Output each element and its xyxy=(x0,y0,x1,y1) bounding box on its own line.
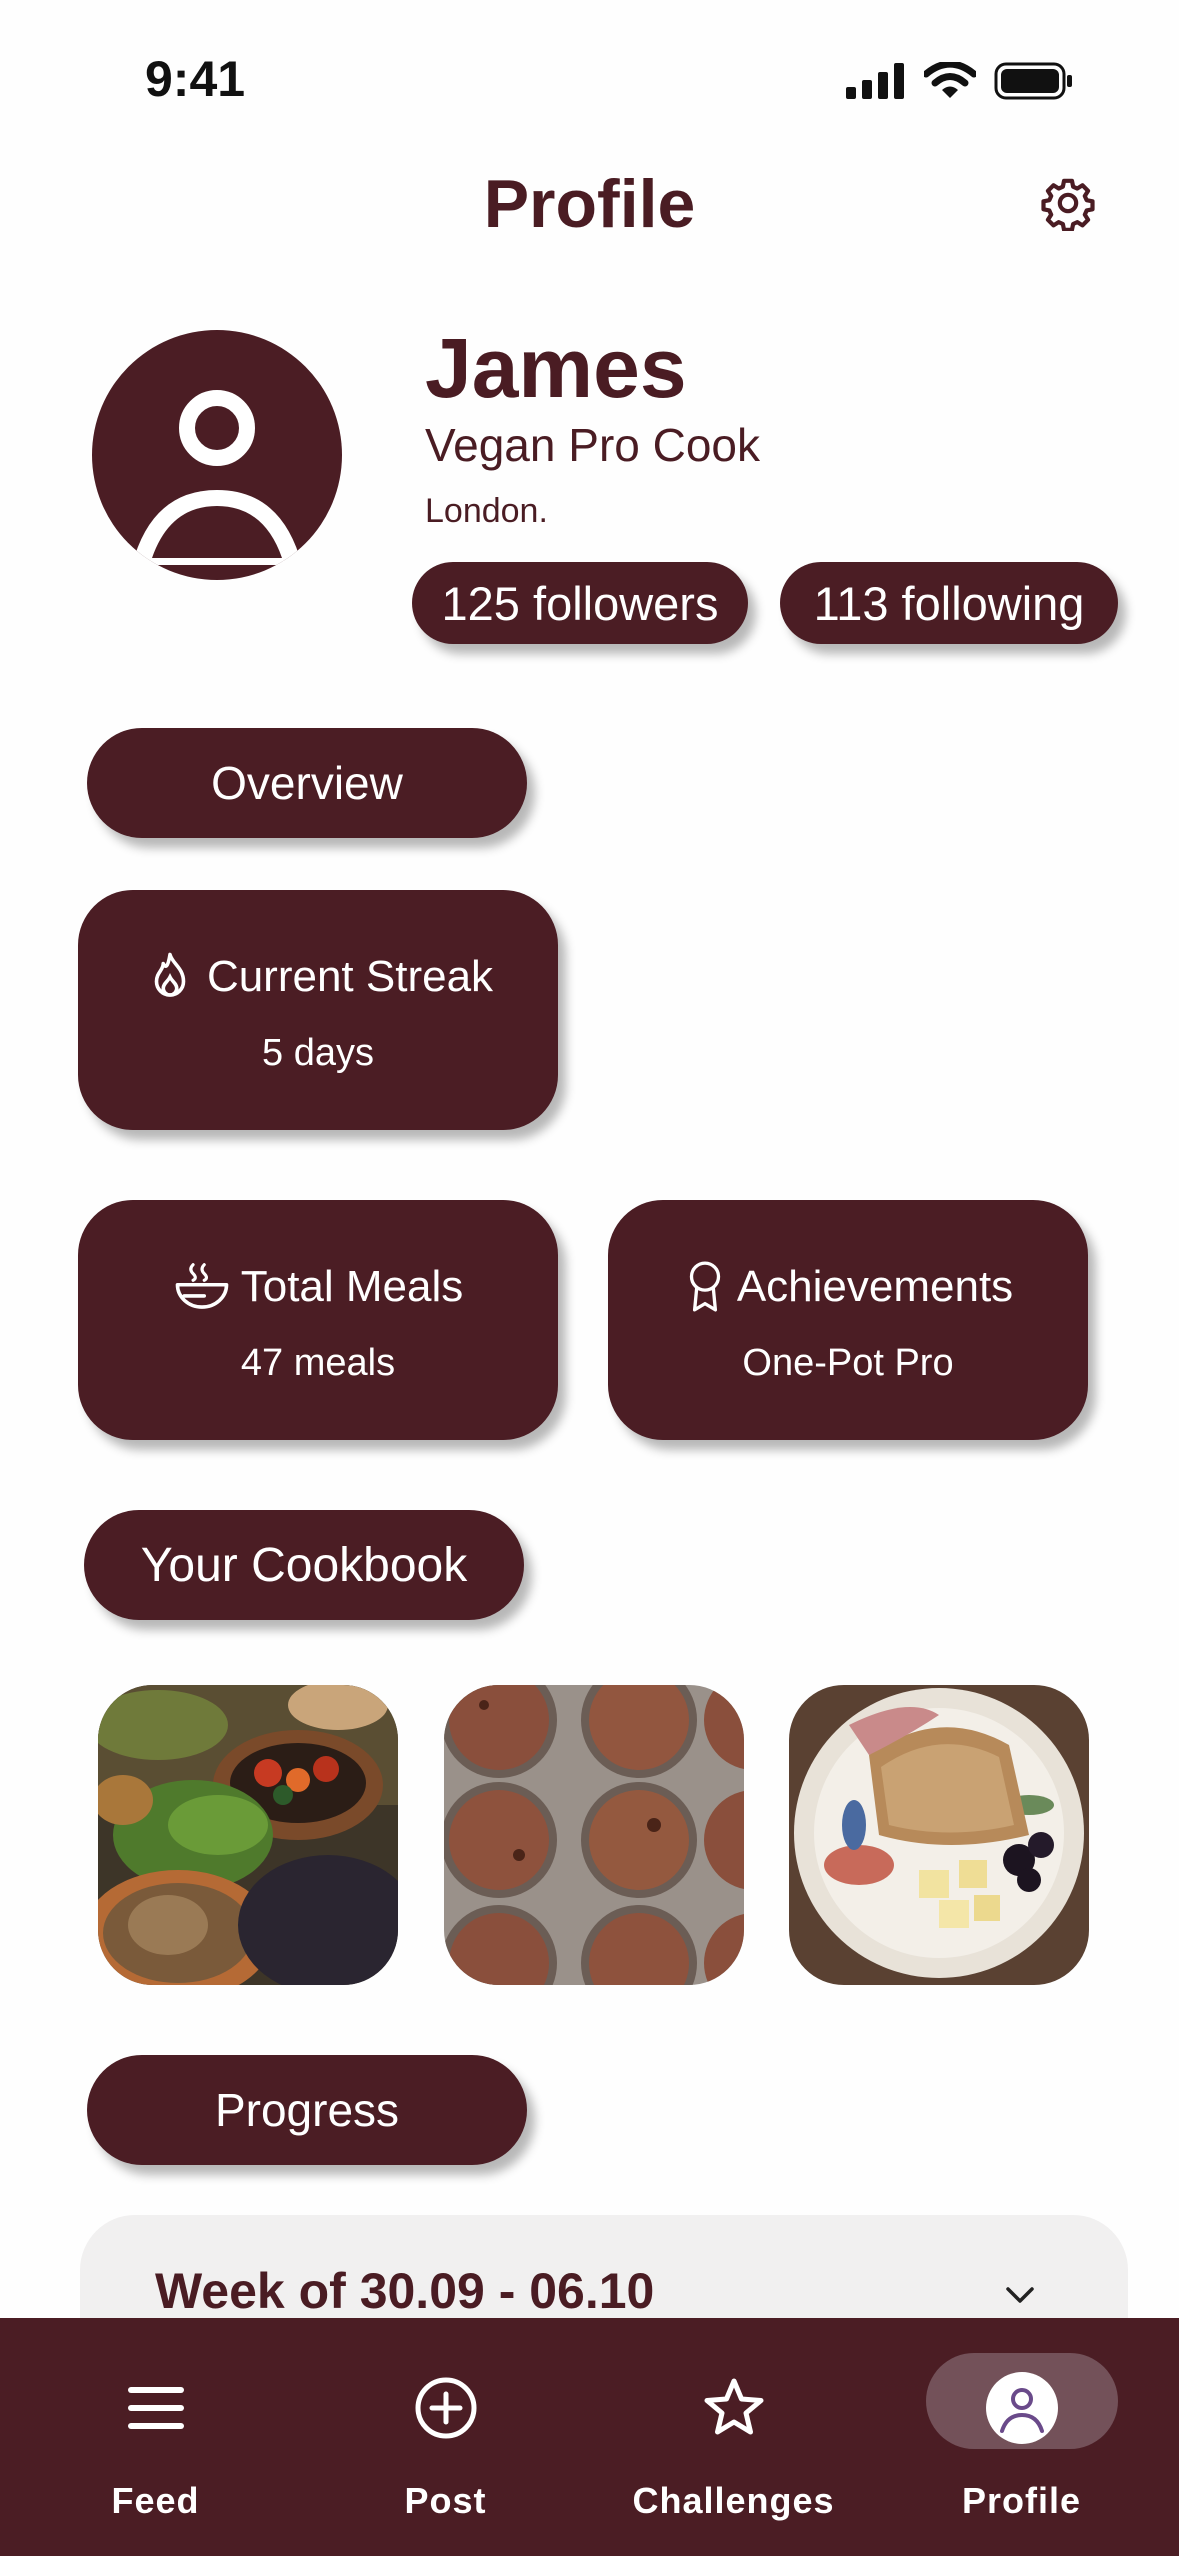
vegetable-dishes-photo xyxy=(98,1685,398,1985)
wifi-icon xyxy=(924,62,976,98)
achievements-value: One-Pot Pro xyxy=(742,1342,954,1384)
following-button[interactable]: 113 following xyxy=(780,562,1118,644)
medal-icon xyxy=(689,1261,720,1312)
followers-button[interactable]: 125 followers xyxy=(412,562,748,644)
nav-feed[interactable]: Feed xyxy=(8,2318,303,2556)
meals-title: Total Meals xyxy=(240,1262,464,1311)
streak-card[interactable]: Current Streak 5 days xyxy=(78,890,558,1130)
signal-icon xyxy=(846,63,904,99)
plus-circle-icon xyxy=(415,2377,476,2439)
profile-avatar[interactable] xyxy=(92,330,342,580)
settings-button[interactable] xyxy=(1040,175,1096,232)
flame-icon xyxy=(154,952,186,997)
profile-role: Vegan Pro Cook xyxy=(425,419,761,471)
gear-icon xyxy=(1041,178,1095,232)
cookbook-photo-1[interactable] xyxy=(98,1685,398,1985)
achievements-title: Achievements xyxy=(736,1262,1014,1311)
meals-value: 47 meals xyxy=(240,1342,396,1384)
nav-profile[interactable]: Profile xyxy=(874,2318,1169,2556)
chocolate-muffins-photo xyxy=(444,1685,744,1985)
nav-profile-label: Profile xyxy=(961,2480,1082,2521)
chevron-down-icon[interactable] xyxy=(1002,2280,1038,2310)
cookbook-button[interactable]: Your Cookbook xyxy=(84,1510,524,1620)
nav-challenges[interactable]: Challenges xyxy=(586,2318,881,2556)
nav-post-label: Post xyxy=(404,2480,487,2521)
user-icon xyxy=(985,2372,1058,2444)
profile-name: James xyxy=(425,321,687,415)
bowl-icon xyxy=(175,1263,229,1309)
streak-value: 5 days xyxy=(262,1032,374,1074)
streak-title: Current Streak xyxy=(206,952,494,1001)
cookbook-photo-2[interactable] xyxy=(444,1685,744,1985)
total-meals-card[interactable]: Total Meals 47 meals xyxy=(78,1200,558,1440)
page-title: Profile xyxy=(483,166,696,242)
user-icon xyxy=(132,390,302,565)
achievements-card[interactable]: Achievements One-Pot Pro xyxy=(608,1200,1088,1440)
week-label: Week of 30.09 - 06.10 xyxy=(155,2263,655,2319)
overview-button[interactable]: Overview xyxy=(87,728,527,838)
nav-post[interactable]: Post xyxy=(298,2318,593,2556)
nav-feed-label: Feed xyxy=(111,2480,200,2521)
star-icon xyxy=(704,2378,763,2435)
sandwich-plate-photo xyxy=(789,1685,1089,1985)
nav-challenges-label: Challenges xyxy=(632,2480,835,2521)
status-icons xyxy=(846,62,1074,100)
cookbook-photo-3[interactable] xyxy=(789,1685,1089,1985)
status-time: 9:41 xyxy=(145,51,246,107)
progress-button[interactable]: Progress xyxy=(87,2055,527,2165)
menu-icon xyxy=(127,2387,184,2429)
battery-icon xyxy=(994,62,1072,100)
profile-city: London. xyxy=(425,492,548,530)
